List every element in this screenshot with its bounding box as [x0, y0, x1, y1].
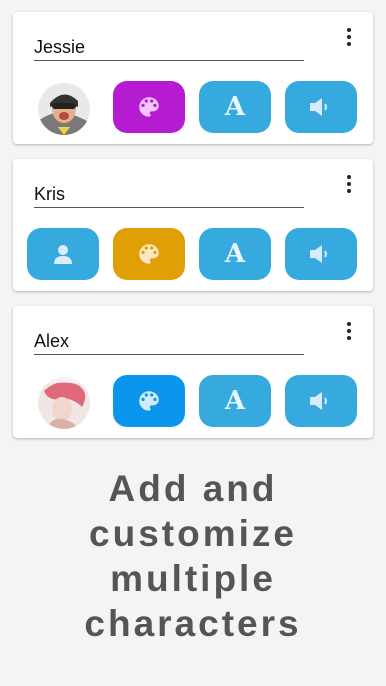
palette-button[interactable] [113, 228, 185, 280]
character-avatar[interactable] [38, 83, 90, 135]
speaker-icon [310, 98, 327, 116]
font-button[interactable]: A [199, 81, 271, 133]
promo-line: customize [89, 513, 297, 554]
promo-headline: Add and customize multiple characters [0, 466, 386, 646]
more-vertical-icon[interactable] [339, 321, 359, 341]
character-avatar[interactable] [38, 377, 90, 429]
font-icon: A [224, 92, 246, 122]
character-card: Jessie A [13, 12, 373, 144]
voice-button[interactable] [285, 375, 357, 427]
promo-line: multiple [110, 558, 276, 599]
person-icon [54, 245, 72, 264]
character-name-field[interactable]: Kris [34, 181, 304, 208]
speaker-icon [310, 245, 327, 263]
font-button[interactable]: A [199, 375, 271, 427]
character-card: Alex A [13, 306, 373, 438]
palette-icon [139, 244, 159, 264]
character-name-field[interactable]: Alex [34, 328, 304, 355]
font-button[interactable]: A [199, 228, 271, 280]
font-icon: A [224, 386, 246, 416]
palette-button[interactable] [113, 375, 185, 427]
more-vertical-icon[interactable] [339, 174, 359, 194]
promo-line: characters [84, 603, 302, 644]
palette-icon [139, 391, 159, 411]
speaker-icon [310, 392, 327, 410]
promo-line: Add and [108, 468, 278, 509]
font-icon: A [224, 239, 246, 269]
voice-button[interactable] [285, 81, 357, 133]
palette-icon [139, 97, 159, 117]
palette-button[interactable] [113, 81, 185, 133]
voice-button[interactable] [285, 228, 357, 280]
character-name-field[interactable]: Jessie [34, 34, 304, 61]
avatar-button[interactable] [27, 228, 99, 280]
more-vertical-icon[interactable] [339, 27, 359, 47]
character-card: Kris A [13, 159, 373, 291]
